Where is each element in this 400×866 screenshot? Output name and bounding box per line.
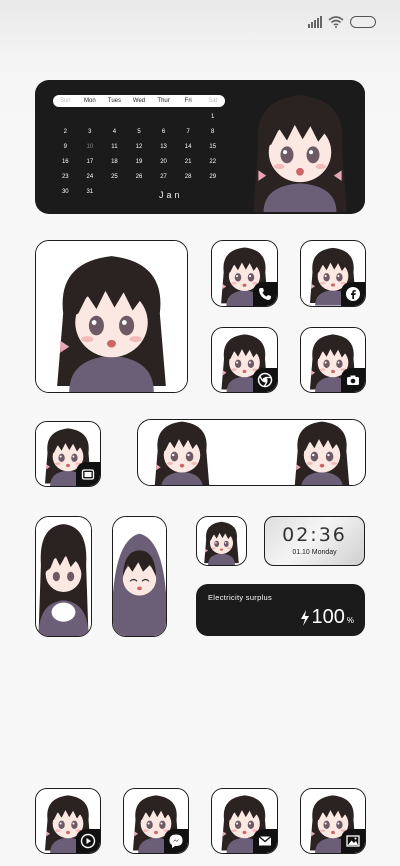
calendar-day: 6 — [161, 129, 166, 135]
calendar-day: 22 — [209, 159, 217, 165]
character-art-right — [284, 419, 360, 486]
calendar-day: 11 — [111, 144, 118, 150]
calendar-day: 4 — [112, 129, 117, 135]
calendar-day — [102, 110, 127, 125]
calendar-day — [176, 110, 201, 125]
calendar-day: 30 — [61, 189, 69, 195]
calendar-day — [53, 110, 78, 125]
video-icon — [76, 462, 100, 486]
calendar-day: 27 — [160, 174, 167, 180]
battery-value-row: 100 % — [300, 606, 354, 629]
calendar-day: 10 — [86, 144, 94, 150]
character-art — [113, 517, 166, 636]
chrome-icon — [253, 368, 277, 392]
calendar-day: 26 — [135, 174, 143, 180]
calendar-day: 21 — [184, 159, 192, 165]
battery-percent: 100 — [311, 606, 345, 628]
character-art — [36, 517, 91, 636]
photo-widget-large[interactable] — [35, 240, 188, 393]
mail-icon — [253, 829, 277, 853]
calendar-day: 1 — [211, 114, 215, 120]
photo-widget-wide[interactable] — [137, 419, 366, 486]
calendar-day: 25 — [111, 174, 118, 180]
calendar-day: 13 — [160, 144, 167, 150]
calendar-day: 31 — [86, 189, 94, 195]
character-art — [36, 241, 187, 392]
wifi-icon — [328, 16, 344, 28]
calendar-day: 29 — [209, 174, 217, 180]
battery-unit: % — [346, 616, 354, 625]
calendar-day: 8 — [211, 129, 215, 135]
calendar-day: 20 — [160, 159, 167, 165]
clock-time: 02:36 — [282, 524, 347, 546]
calendar-day: 2 — [63, 129, 67, 135]
calendar-day — [127, 185, 152, 200]
calendar-weekday-header: Sun Mon Tues Wed Thur Fri Sat — [53, 95, 225, 107]
calendar-day: 3 — [88, 129, 92, 135]
clock-widget[interactable]: 02:36 01.10 Monday — [264, 516, 365, 566]
signal-icon — [308, 16, 322, 28]
clock-date: 01.10 Monday — [292, 549, 337, 556]
gmail-app-icon[interactable] — [211, 788, 278, 854]
calendar-day: 19 — [135, 159, 143, 165]
photo-widget-tall-right[interactable] — [112, 516, 167, 637]
calendar-day: 9 — [63, 144, 67, 150]
video-app-icon[interactable] — [35, 421, 101, 487]
photo-widget-small[interactable] — [196, 516, 247, 566]
phone-icon — [253, 282, 277, 306]
calendar-month: Jan — [159, 190, 183, 200]
character-art-left — [144, 419, 220, 486]
chrome-app-icon[interactable] — [211, 327, 278, 393]
calendar-day — [151, 110, 176, 125]
battery-widget[interactable]: Electricity surplus 100 % — [196, 584, 365, 636]
gallery-app-icon[interactable] — [300, 788, 366, 854]
weekday-label: Mon — [84, 98, 96, 104]
calendar-day: 17 — [86, 159, 94, 165]
facebook-icon — [341, 282, 365, 306]
weekday-label: Tues — [107, 98, 121, 104]
photo-widget-tall-left[interactable] — [35, 516, 92, 637]
calendar-day: 7 — [186, 129, 190, 135]
phone-app-icon[interactable] — [211, 240, 278, 307]
weekday-label: Sat — [208, 98, 218, 104]
messenger-app-icon[interactable] — [123, 788, 189, 854]
facebook-app-icon[interactable] — [300, 240, 366, 307]
calendar-day: 5 — [137, 129, 141, 135]
calendar-day — [78, 110, 103, 125]
status-bar — [308, 14, 376, 30]
calendar-day: 12 — [135, 144, 143, 150]
play-app-icon[interactable] — [35, 788, 101, 854]
messenger-icon — [164, 829, 188, 853]
weekday-label: Fri — [184, 98, 192, 104]
character-art — [197, 517, 246, 565]
calendar-day: 15 — [209, 144, 217, 150]
weekday-label: Thur — [157, 98, 170, 104]
calendar-character-art — [235, 80, 365, 214]
calendar-day: 24 — [86, 174, 94, 180]
calendar-day: 16 — [61, 159, 69, 165]
calendar-day — [200, 185, 225, 200]
calendar-widget[interactable]: Sun Mon Tues Wed Thur Fri Sat 1234567891… — [35, 80, 365, 214]
lightning-icon — [300, 609, 309, 626]
battery-label: Electricity surplus — [208, 593, 273, 602]
calendar-day — [102, 185, 127, 200]
battery-icon — [350, 16, 376, 28]
play-icon — [76, 829, 100, 853]
calendar-day: 18 — [111, 159, 118, 165]
calendar-day: 14 — [184, 144, 192, 150]
camera-icon — [341, 368, 365, 392]
weekday-label: Sun — [59, 98, 71, 104]
gallery-icon — [341, 829, 365, 853]
weekday-label: Wed — [132, 98, 146, 104]
calendar-day-grid: 1 2 3 4 5 6 7 8 9 10 11 12 13 14 15 16 17 18 19 20 21 22 23 24 2… — [53, 110, 225, 200]
calendar-day: 23 — [61, 174, 69, 180]
calendar-day: 28 — [184, 174, 192, 180]
camera-app-icon[interactable] — [300, 327, 366, 393]
calendar-day — [127, 110, 152, 125]
